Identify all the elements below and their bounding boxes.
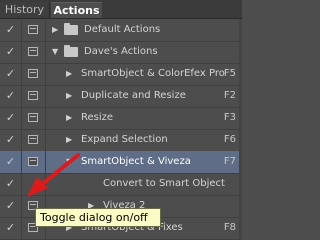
expand-triangle-icon[interactable]: ▶ [66, 85, 72, 107]
action-label: SmartObject & ColorEfex Pro [81, 68, 225, 79]
dialog-toggle[interactable] [22, 85, 46, 107]
action-shortcut: F8 [223, 222, 236, 233]
dialog-toggle[interactable] [22, 19, 46, 41]
action-row[interactable]: ✓ ▶ Resize F3 [0, 107, 242, 130]
dialog-toggle[interactable] [22, 63, 46, 85]
dialog-toggle[interactable] [22, 173, 46, 195]
collapse-triangle-icon[interactable]: ▼ [66, 151, 72, 173]
expand-triangle-icon[interactable]: ▶ [66, 63, 72, 85]
scrollbar[interactable] [239, 19, 242, 240]
action-row-selected[interactable]: ✓ ▼ SmartObject & Viveza F7 [0, 151, 242, 174]
action-set-row[interactable]: ✓ ▶ Default Actions [0, 19, 242, 42]
action-shortcut: F5 [223, 68, 236, 79]
dialog-toggle[interactable] [22, 107, 46, 129]
dialog-toggle-icon[interactable] [28, 47, 38, 56]
action-step-row[interactable]: ✓ Convert to Smart Object [0, 173, 242, 196]
action-step-label: Convert to Smart Object [103, 178, 225, 189]
dialog-toggle-icon[interactable] [28, 91, 38, 100]
check-icon[interactable]: ✓ [0, 63, 22, 85]
action-shortcut: F2 [223, 90, 236, 101]
tab-history[interactable]: History [0, 2, 50, 18]
folder-icon [64, 23, 78, 35]
action-label: SmartObject & Viveza [81, 156, 191, 167]
dialog-toggle-icon[interactable] [28, 25, 38, 34]
check-icon[interactable]: ✓ [0, 85, 22, 107]
action-label: Expand Selection [81, 134, 168, 145]
check-icon[interactable]: ✓ [0, 173, 22, 195]
action-shortcut: F7 [223, 156, 236, 167]
action-shortcut: F3 [223, 112, 236, 123]
expand-triangle-icon[interactable]: ▶ [66, 129, 72, 151]
dialog-toggle-icon[interactable] [28, 69, 38, 78]
action-label: Duplicate and Resize [81, 90, 186, 101]
expand-triangle-icon[interactable]: ▶ [52, 19, 58, 41]
dialog-toggle[interactable] [22, 129, 46, 151]
check-icon[interactable]: ✓ [0, 217, 22, 239]
expand-triangle-icon[interactable]: ▶ [66, 107, 72, 129]
check-icon[interactable]: ✓ [0, 129, 22, 151]
action-set-label: Default Actions [84, 24, 161, 35]
action-shortcut: F6 [223, 134, 236, 145]
check-icon[interactable]: ✓ [0, 19, 22, 41]
action-set-row[interactable]: ✓ ▼ Dave's Actions [0, 41, 242, 64]
check-icon[interactable]: ✓ [0, 107, 22, 129]
dialog-toggle-icon[interactable] [28, 135, 38, 144]
check-icon[interactable]: ✓ [0, 195, 22, 217]
tab-actions[interactable]: Actions [51, 2, 102, 18]
action-row[interactable]: ✓ ▶ Duplicate and Resize F2 [0, 85, 242, 108]
collapse-triangle-icon[interactable]: ▼ [52, 41, 58, 63]
check-icon[interactable]: ✓ [0, 41, 22, 63]
check-icon[interactable]: ✓ [0, 151, 22, 173]
action-set-label: Dave's Actions [84, 46, 158, 57]
folder-icon [64, 45, 78, 57]
action-row[interactable]: ✓ ▶ SmartObject & ColorEfex Pro F5 [0, 63, 242, 86]
tooltip: Toggle dialog on/off [35, 208, 161, 227]
dialog-toggle[interactable] [22, 151, 46, 173]
dialog-toggle[interactable] [22, 41, 46, 63]
actions-list: ✓ ▶ Default Actions ✓ ▼ Dave's Actions ✓… [0, 19, 242, 240]
panel-tab-bar: History Actions [0, 0, 242, 19]
action-label: Resize [81, 112, 114, 123]
action-row[interactable]: ✓ ▶ Expand Selection F6 [0, 129, 242, 152]
dialog-toggle-icon[interactable] [28, 157, 38, 166]
dialog-toggle-icon[interactable] [28, 113, 38, 122]
